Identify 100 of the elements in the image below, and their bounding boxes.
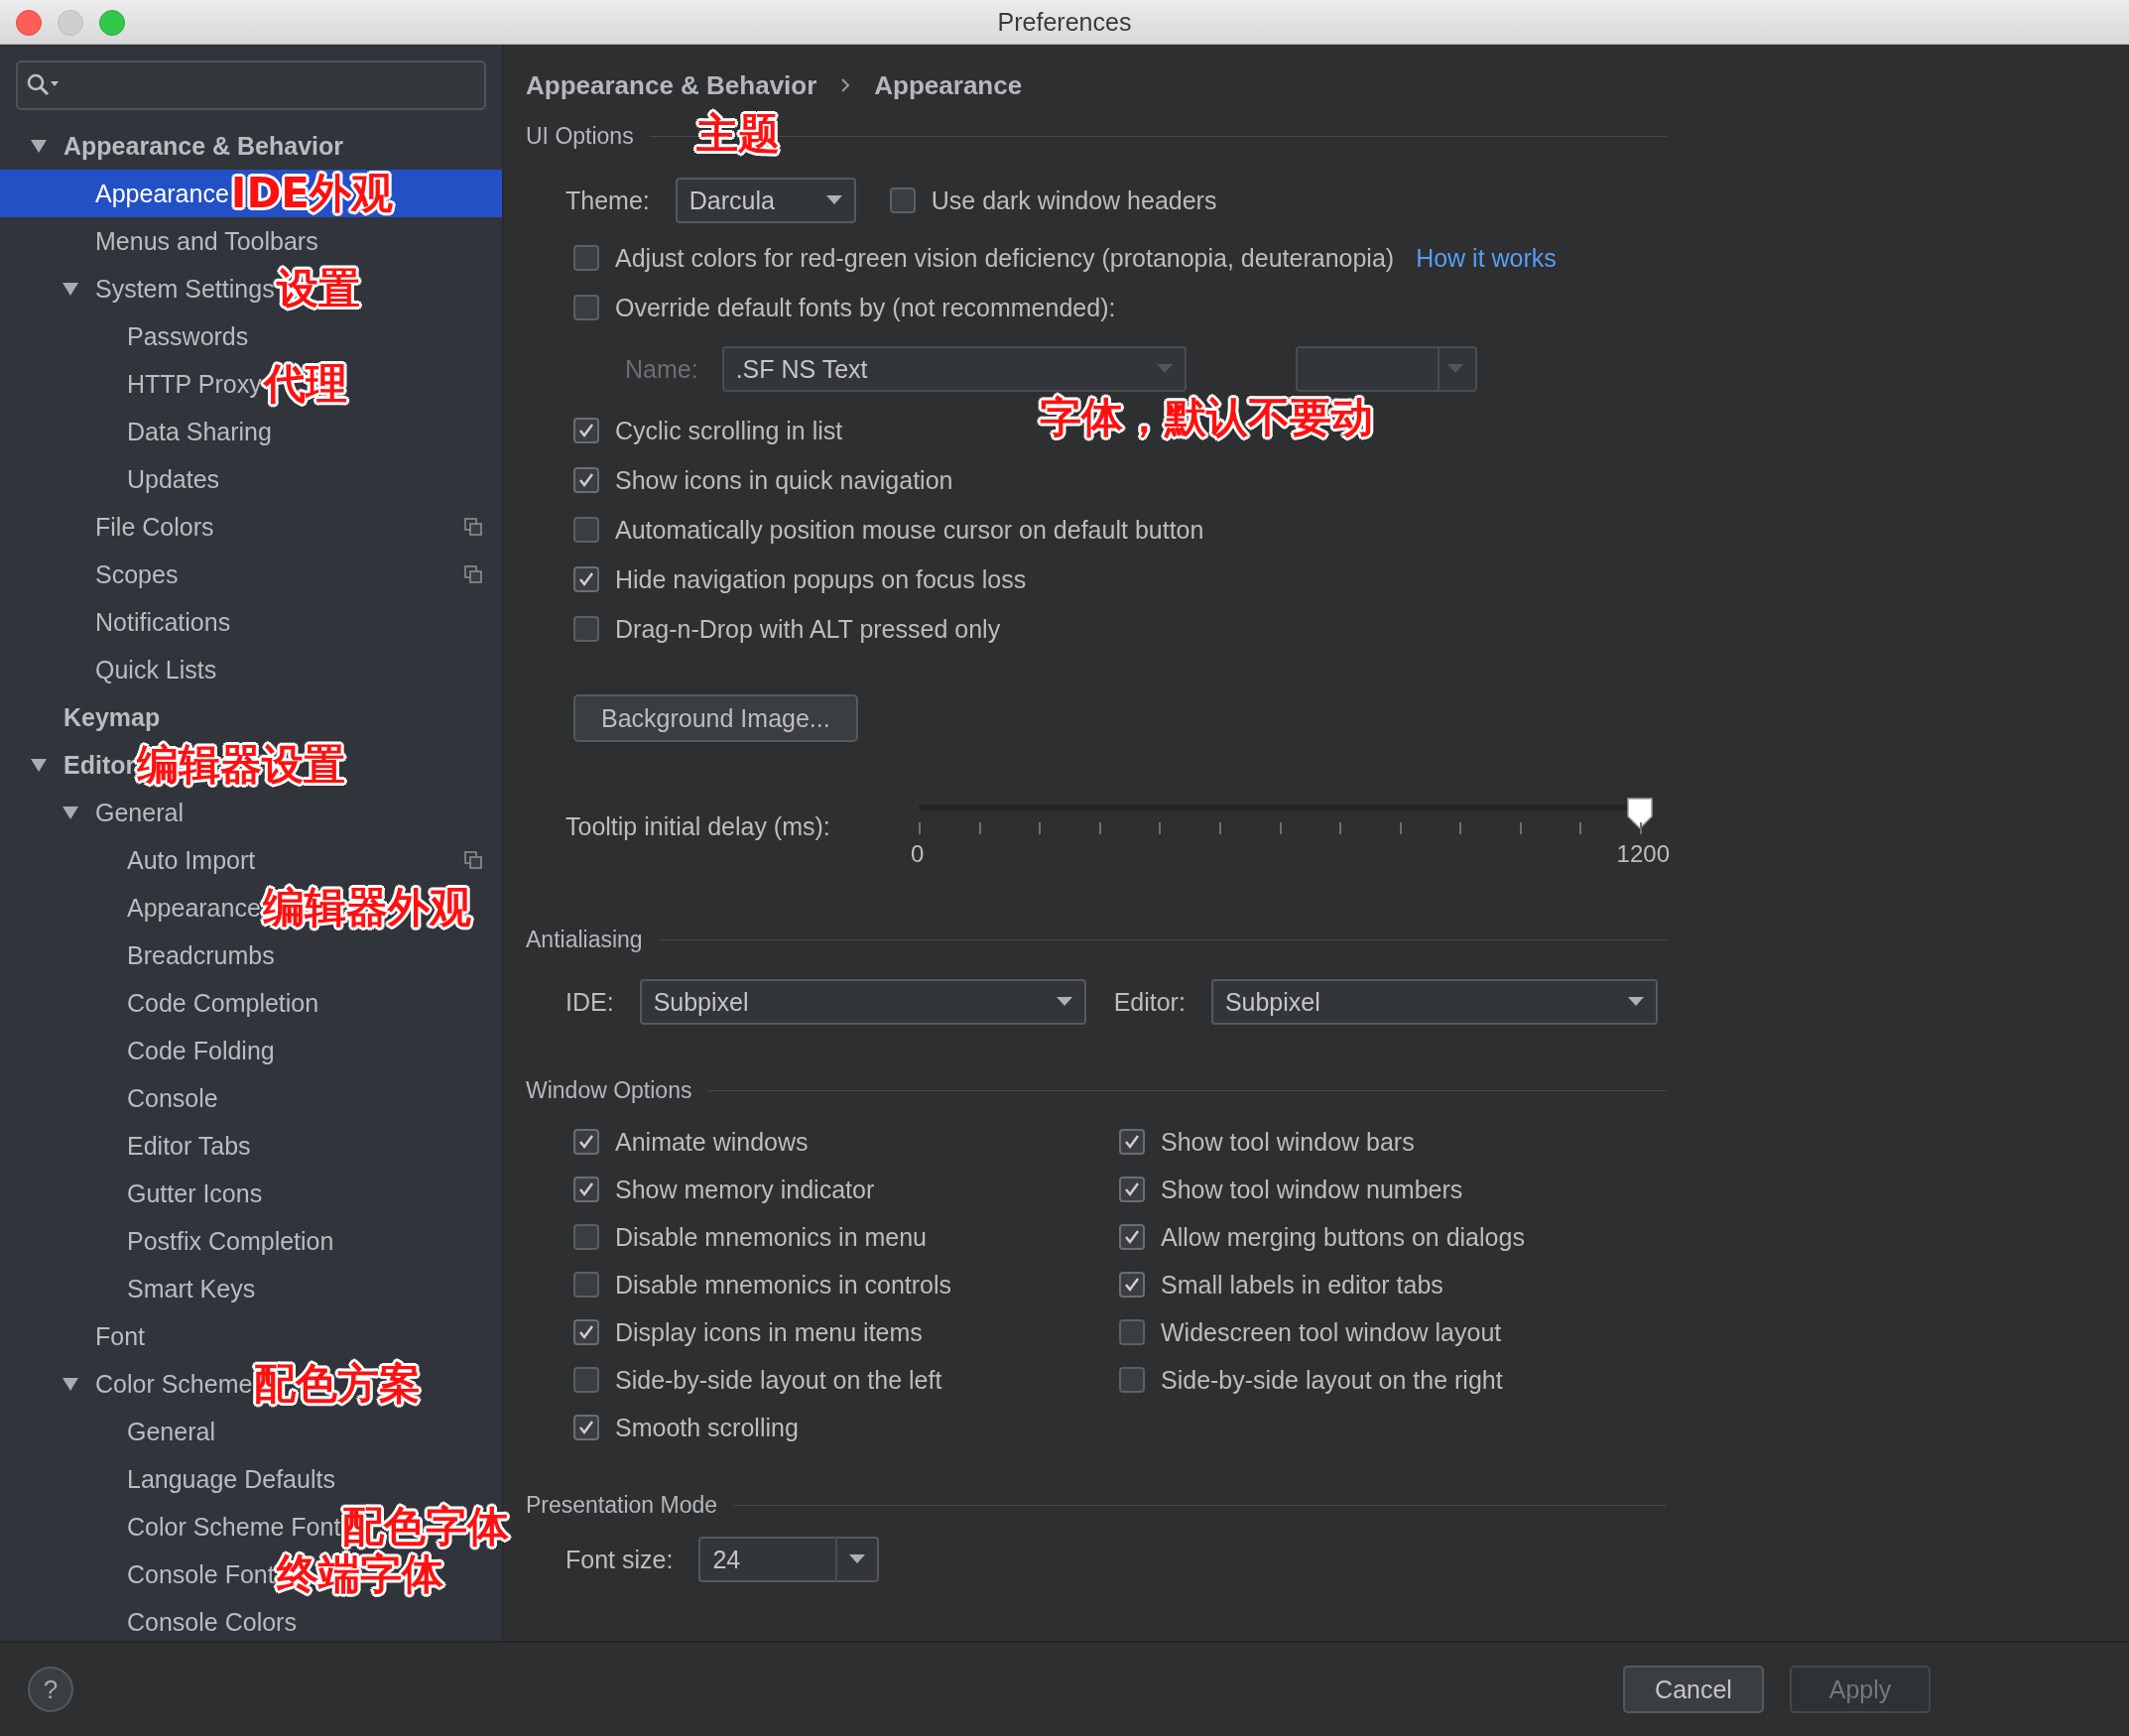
breadcrumb-item[interactable]: Appearance & Behavior (526, 69, 817, 101)
checkbox-label: Side-by-side layout on the right (1161, 1365, 1503, 1395)
checkbox[interactable] (573, 418, 599, 443)
checkbox[interactable] (1119, 1224, 1145, 1250)
close-button[interactable] (16, 10, 42, 36)
annotation-text: 配色方案 (254, 1360, 422, 1408)
checkmark-icon (577, 1323, 595, 1341)
sidebar-item[interactable]: Auto Import (0, 836, 502, 884)
sidebar-item[interactable]: Console (0, 1074, 502, 1122)
ide-antialiasing-dropdown[interactable]: Subpixel (639, 979, 1086, 1025)
checkbox-label: Disable mnemonics in menu (615, 1222, 928, 1252)
search-field[interactable] (16, 61, 486, 110)
checkbox[interactable] (1119, 1177, 1145, 1202)
sidebar-item[interactable]: Editor Tabs (0, 1122, 502, 1170)
sidebar-item[interactable]: Language Defaults (0, 1455, 502, 1503)
checkbox-label: Widescreen tool window layout (1161, 1317, 1502, 1347)
sidebar-item[interactable]: Breadcrumbs (0, 931, 502, 979)
dialog-button[interactable]: Cancel (1623, 1666, 1764, 1713)
help-button[interactable]: ? (28, 1667, 73, 1712)
checkbox[interactable] (573, 1177, 599, 1202)
checkmark-icon (1123, 1228, 1141, 1246)
font-name-label: Name: (625, 354, 698, 384)
checkmark-icon (1123, 1276, 1141, 1294)
checkbox-label: Side-by-side layout on the left (615, 1365, 942, 1395)
sidebar-item[interactable]: Updates (0, 455, 502, 503)
sidebar-item[interactable]: General (0, 789, 502, 836)
slider-label: Tooltip initial delay (ms): (565, 812, 831, 841)
sidebar-item[interactable]: Appearance & Behavior (0, 122, 502, 170)
checkmark-icon (577, 1133, 595, 1151)
checkbox[interactable] (1119, 1272, 1145, 1298)
checkbox[interactable] (573, 245, 599, 271)
checkmark-icon (1123, 1133, 1141, 1151)
caret-icon (1056, 997, 1072, 1007)
checkbox[interactable] (573, 1367, 599, 1393)
checkbox-label: Smooth scrolling (615, 1413, 799, 1442)
sidebar-item[interactable]: Gutter Icons (0, 1170, 502, 1217)
slider-min-label: 0 (911, 840, 925, 868)
checkbox[interactable] (573, 1272, 599, 1298)
checkbox[interactable] (573, 467, 599, 493)
expand-arrow-icon[interactable] (62, 281, 79, 297)
annotation-text: IDE外观 (230, 170, 393, 217)
checkbox-label: Animate windows (615, 1127, 809, 1157)
font-size-dropdown[interactable]: 24 (698, 1537, 880, 1582)
annotation-text: 终端字体 (276, 1550, 443, 1598)
checkbox[interactable] (1119, 1319, 1145, 1345)
checkbox-label: Small labels in editor tabs (1161, 1270, 1443, 1300)
annotation-text: 编辑器设置 (137, 741, 346, 789)
sidebar-item[interactable]: Postfix Completion (0, 1217, 502, 1265)
expand-arrow-icon[interactable] (30, 757, 48, 773)
sidebar-item[interactable]: Console Colors (0, 1598, 502, 1646)
checkbox-label: Show icons in quick navigation (615, 465, 953, 495)
checkbox[interactable] (573, 295, 599, 320)
checkmark-icon (577, 422, 595, 439)
sidebar-item[interactable]: Font (0, 1312, 502, 1360)
expand-arrow-icon[interactable] (62, 1376, 79, 1392)
checkbox[interactable] (1119, 1367, 1145, 1393)
breadcrumb-item[interactable]: Appearance (874, 69, 1023, 101)
checkbox-label: Show tool window numbers (1161, 1175, 1463, 1204)
checkbox[interactable] (573, 517, 599, 543)
checkbox[interactable] (573, 1319, 599, 1345)
link[interactable]: How it works (1416, 243, 1557, 273)
sidebar-item[interactable]: General (0, 1408, 502, 1455)
sidebar-item[interactable]: Code Completion (0, 979, 502, 1027)
theme-dropdown[interactable]: Darcula (675, 178, 856, 223)
section-title: UI Options (526, 122, 634, 150)
checkmark-icon (577, 1419, 595, 1436)
sidebar-item[interactable]: Code Folding (0, 1027, 502, 1074)
sidebar-item[interactable]: Menus and Toolbars (0, 217, 502, 265)
sidebar-item[interactable]: Smart Keys (0, 1265, 502, 1312)
sidebar-item[interactable]: Data Sharing (0, 408, 502, 455)
checkbox[interactable] (573, 616, 599, 642)
editor-antialiasing-dropdown[interactable]: Subpixel (1210, 979, 1658, 1025)
sidebar-item[interactable]: Keymap (0, 693, 502, 741)
checkmark-icon (1123, 1180, 1141, 1198)
slider-handle[interactable] (1625, 797, 1655, 830)
expand-arrow-icon[interactable] (62, 805, 79, 820)
checkbox[interactable] (573, 1415, 599, 1440)
sidebar-item[interactable]: Notifications (0, 598, 502, 646)
slider-max-label: 1200 (1616, 840, 1670, 868)
background-image-button[interactable]: Background Image... (573, 694, 858, 742)
checkbox-label: Use dark window headers (931, 186, 1217, 215)
sidebar-item[interactable]: File Colors (0, 503, 502, 551)
caret-icon (825, 195, 842, 205)
sidebar-item[interactable]: Scopes (0, 551, 502, 598)
theme-label: Theme: (565, 186, 650, 215)
sidebar-item[interactable]: Passwords (0, 312, 502, 360)
checkbox-label: Show memory indicator (615, 1175, 875, 1204)
checkbox[interactable] (1119, 1129, 1145, 1155)
checkbox-label: Allow merging buttons on dialogs (1161, 1222, 1525, 1252)
checkbox[interactable] (573, 566, 599, 592)
caret-icon (849, 1554, 866, 1564)
expand-arrow-icon[interactable] (30, 138, 48, 154)
annotation-text: 设置 (276, 265, 360, 312)
checkbox[interactable] (573, 1224, 599, 1250)
checkbox-label: Drag-n-Drop with ALT pressed only (615, 614, 1001, 644)
checkbox[interactable] (573, 1129, 599, 1155)
checkbox-label: Show tool window bars (1161, 1127, 1415, 1157)
checkbox[interactable] (889, 187, 916, 213)
font-size-label: Font size: (565, 1545, 674, 1574)
sidebar-item[interactable]: Quick Lists (0, 646, 502, 693)
